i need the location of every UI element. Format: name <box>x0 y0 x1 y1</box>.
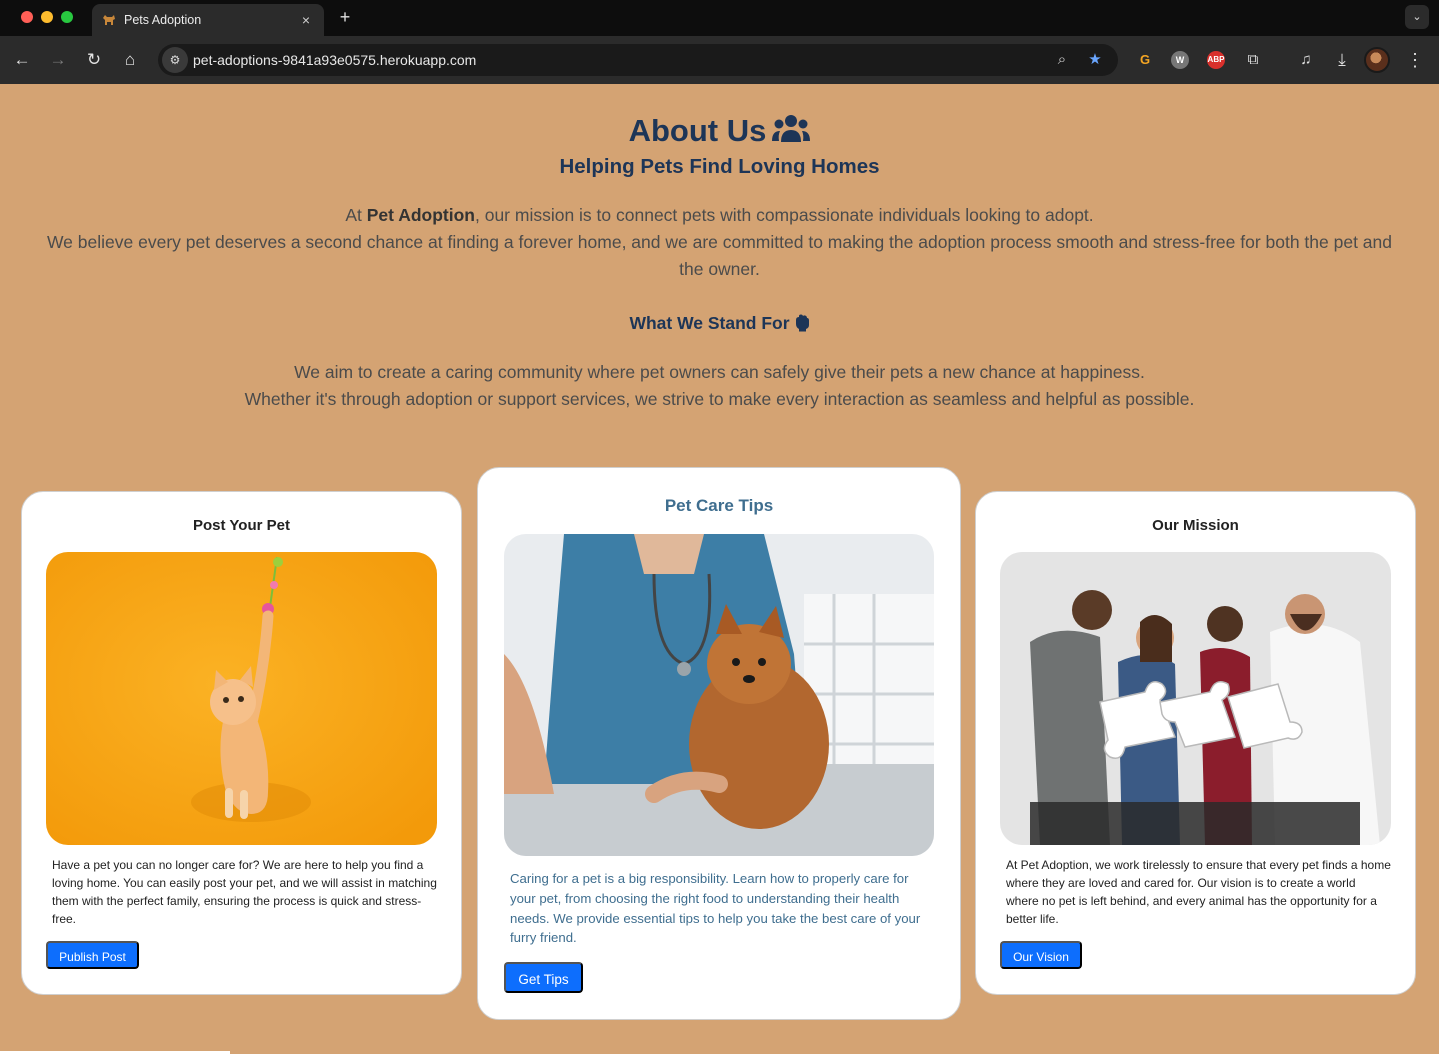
url-text[interactable]: pet-adoptions-9841a93e0575.herokuapp.com <box>193 52 476 68</box>
intro-line2: We believe every pet deserves a second c… <box>46 232 1393 279</box>
intro-paragraph: At Pet Adoption, our mission is to conne… <box>40 202 1399 283</box>
page-viewport: About Us Helping Pets Find Loving Homes … <box>0 84 1439 1054</box>
card-description: Have a pet you can no longer care for? W… <box>52 858 437 926</box>
tab-search-button[interactable]: ⌄ <box>1405 5 1429 29</box>
stand-line2: Whether it's through adoption or support… <box>244 389 1195 409</box>
stand-heading-text: What We Stand For <box>629 313 790 333</box>
dog-icon <box>101 12 117 28</box>
vet-with-dog-photo <box>504 534 934 856</box>
page-title: About Us <box>0 112 1439 153</box>
users-icon <box>772 114 811 153</box>
pet-care-tips-card: Pet Care Tips Caring for a pet is a big … <box>477 467 961 1020</box>
post-your-pet-card: Post Your Pet Have a pet you can no long… <box>21 491 462 995</box>
back-button[interactable]: ← <box>10 48 34 72</box>
page-subtitle: Helping Pets Find Loving Homes <box>559 155 880 178</box>
adblock-plus-icon[interactable]: ABP <box>1207 51 1225 69</box>
stand-paragraph: We aim to create a caring community wher… <box>40 359 1399 413</box>
extension-w-icon[interactable]: W <box>1171 51 1189 69</box>
address-bar[interactable]: ⚙ pet-adoptions-9841a93e0575.herokuapp.c… <box>158 44 1118 76</box>
extensions-puzzle-icon[interactable]: ⧉ <box>1241 48 1265 72</box>
profile-avatar[interactable] <box>1364 47 1390 73</box>
reload-button[interactable]: ↻ <box>82 48 106 72</box>
home-button[interactable]: ⌂ <box>118 48 142 72</box>
our-mission-card: Our Mission At Pet Adoption, we work tir… <box>975 491 1416 995</box>
bookmark-star-icon[interactable]: ★ <box>1084 49 1106 71</box>
card-title: Post Your Pet <box>193 517 290 534</box>
page-title-text: About Us <box>628 113 767 148</box>
team-puzzle-photo <box>1000 552 1391 845</box>
tab-title: Pets Adoption <box>124 13 202 27</box>
download-icon[interactable]: ⤓ <box>1330 48 1354 72</box>
browser-titlebar: Pets Adoption × + ⌄ <box>0 0 1439 36</box>
our-vision-button[interactable]: Our Vision <box>1000 941 1082 969</box>
kitten-photo <box>46 552 437 845</box>
window-zoom-button[interactable] <box>61 11 73 23</box>
card-title: Pet Care Tips <box>664 496 774 515</box>
get-tips-button[interactable]: Get Tips <box>504 962 583 993</box>
stand-heading: What We Stand For <box>0 311 1439 338</box>
zoom-icon[interactable]: ⌕ <box>1051 49 1073 71</box>
browser-toolbar: ← → ↻ ⌂ ⚙ pet-adoptions-9841a93e0575.her… <box>0 36 1439 84</box>
tab-close-icon[interactable]: × <box>296 10 316 30</box>
extension-g-icon[interactable]: G <box>1133 48 1157 72</box>
media-control-icon[interactable]: ♫ <box>1294 48 1318 72</box>
card-description: At Pet Adoption, we work tirelessly to e… <box>1006 858 1391 926</box>
window-minimize-button[interactable] <box>41 11 53 23</box>
intro-line1: , our mission is to connect pets with co… <box>474 205 1094 225</box>
window-close-button[interactable] <box>21 11 33 23</box>
publish-post-button[interactable]: Publish Post <box>46 941 139 969</box>
browser-menu-icon[interactable]: ⋮ <box>1403 48 1427 72</box>
browser-tab-active[interactable]: Pets Adoption × <box>92 4 324 36</box>
card-description: Caring for a pet is a big responsibility… <box>510 871 921 946</box>
forward-button[interactable]: → <box>46 48 70 72</box>
new-tab-button[interactable]: + <box>334 6 356 28</box>
card-title: Our Mission <box>1152 517 1239 534</box>
intro-prefix: At <box>345 205 367 225</box>
brand-name: Pet Adoption <box>366 205 475 225</box>
fist-icon <box>794 314 810 338</box>
site-settings-icon[interactable]: ⚙ <box>162 47 188 73</box>
stand-line1: We aim to create a caring community wher… <box>294 362 1145 382</box>
